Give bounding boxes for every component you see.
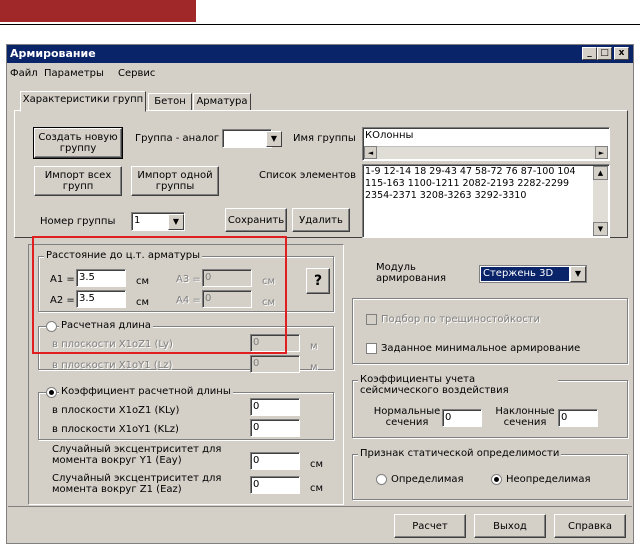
import-one-group-button[interactable]: Импорт одной группы [131, 166, 219, 196]
save-button[interactable]: Сохранить [225, 208, 287, 232]
top-divider [0, 24, 640, 25]
calculate-button[interactable]: Расчет [394, 514, 466, 538]
minimize-button[interactable]: _ [582, 47, 597, 60]
ly-unit: м [310, 341, 318, 352]
determinate-label: Определимая [391, 474, 464, 485]
kly-label: в плоскости X1oZ1 (KLy) [52, 405, 180, 416]
klz-input[interactable]: 0 [250, 419, 300, 437]
inclined-section-input[interactable]: 0 [558, 409, 598, 427]
eaz-unit: см [310, 483, 324, 494]
inclined-section-label: Наклонные сечения [495, 406, 555, 428]
eaz-input[interactable]: 0 [250, 476, 300, 494]
analog-group-label: Группа - аналог [135, 133, 220, 144]
delete-button[interactable]: Удалить [292, 208, 350, 232]
normal-section-label: Нормальные сечения [373, 406, 441, 428]
tab-rebar[interactable]: Арматура [193, 93, 251, 111]
group-number-label: Номер группы [40, 216, 116, 227]
analog-group-select[interactable] [222, 129, 272, 148]
scroll-down-icon[interactable]: ▼ [593, 222, 608, 236]
maximize-button[interactable]: □ [597, 47, 612, 60]
length-coef-label: Коэффициент расчетной длины [59, 386, 233, 397]
length-coef-radio[interactable] [46, 387, 57, 398]
seismic-group-title: Коэффициенты учета сейсмического воздейс… [358, 374, 558, 396]
close-button[interactable]: x [614, 47, 629, 60]
static-group-title: Признак статической определимости [358, 448, 562, 459]
exit-button[interactable]: Выход [474, 514, 546, 538]
indeterminate-radio[interactable] [491, 474, 502, 485]
menu-service[interactable]: Сервис [118, 68, 155, 79]
determinate-radio[interactable] [376, 474, 387, 485]
chevron-down-icon[interactable]: ▼ [570, 266, 586, 282]
scroll-left-icon[interactable]: ◄ [364, 146, 377, 159]
crack-check-label: Подбор по трещиностойкости [381, 314, 541, 325]
normal-section-input[interactable]: 0 [442, 409, 482, 427]
module-value: Стержень 3D [481, 267, 569, 281]
group-name-label: Имя группы [293, 133, 356, 144]
help-question-button[interactable]: ? [306, 268, 330, 294]
eaz-label: Случайный эксцентриситет для момента вок… [52, 473, 222, 495]
menu-parameters[interactable]: Параметры [44, 68, 104, 79]
window-title: Армирование [7, 45, 633, 63]
element-list-textarea[interactable]: 1-9 12-14 18 29-43 47 58-72 76 87-100 10… [362, 164, 610, 238]
import-all-groups-button[interactable]: Импорт всех групп [34, 166, 122, 196]
lz-input[interactable]: 0 [250, 355, 300, 373]
scroll-up-icon[interactable]: ▲ [593, 166, 608, 180]
help-button[interactable]: Справка [554, 514, 626, 538]
module-label: Модуль армирования [376, 262, 447, 284]
options-group [352, 298, 628, 364]
highlight-box [32, 236, 287, 354]
tab-concrete[interactable]: Бетон [148, 93, 192, 111]
klz-label: в плоскости X1oY1 (KLz) [52, 424, 179, 435]
eay-label: Случайный эксцентриситет для момента вок… [52, 444, 222, 466]
horizontal-scrollbar[interactable] [364, 146, 608, 159]
crack-check-checkbox[interactable] [366, 314, 377, 325]
lz-label: в плоскости X1oY1 (Lz) [52, 360, 173, 371]
menu-file[interactable]: Файл [10, 68, 38, 79]
tab-group-characteristics[interactable]: Характеристики групп [20, 91, 146, 112]
eay-input[interactable]: 0 [250, 452, 300, 470]
kly-input[interactable]: 0 [250, 398, 300, 416]
element-list-label: Список элементов [259, 170, 356, 181]
chevron-down-icon[interactable]: ▼ [168, 214, 184, 230]
min-reinf-label: Заданное минимальное армирование [381, 343, 581, 354]
group-name-value: КОлонны [365, 130, 414, 141]
menu-bar: Файл Параметры Сервис [7, 65, 633, 83]
scroll-right-icon[interactable]: ► [595, 146, 608, 159]
top-banner [0, 0, 196, 22]
indeterminate-label: Неопределимая [506, 474, 591, 485]
chevron-down-icon[interactable]: ▼ [266, 131, 282, 147]
lz-unit: м [310, 362, 318, 373]
create-group-button[interactable]: Создать новую группу [33, 127, 123, 159]
eay-unit: см [310, 459, 324, 470]
min-reinf-checkbox[interactable] [366, 343, 377, 354]
element-list-value: 1-9 12-14 18 29-43 47 58-72 76 87-100 10… [365, 166, 576, 201]
footer-divider [8, 506, 632, 507]
